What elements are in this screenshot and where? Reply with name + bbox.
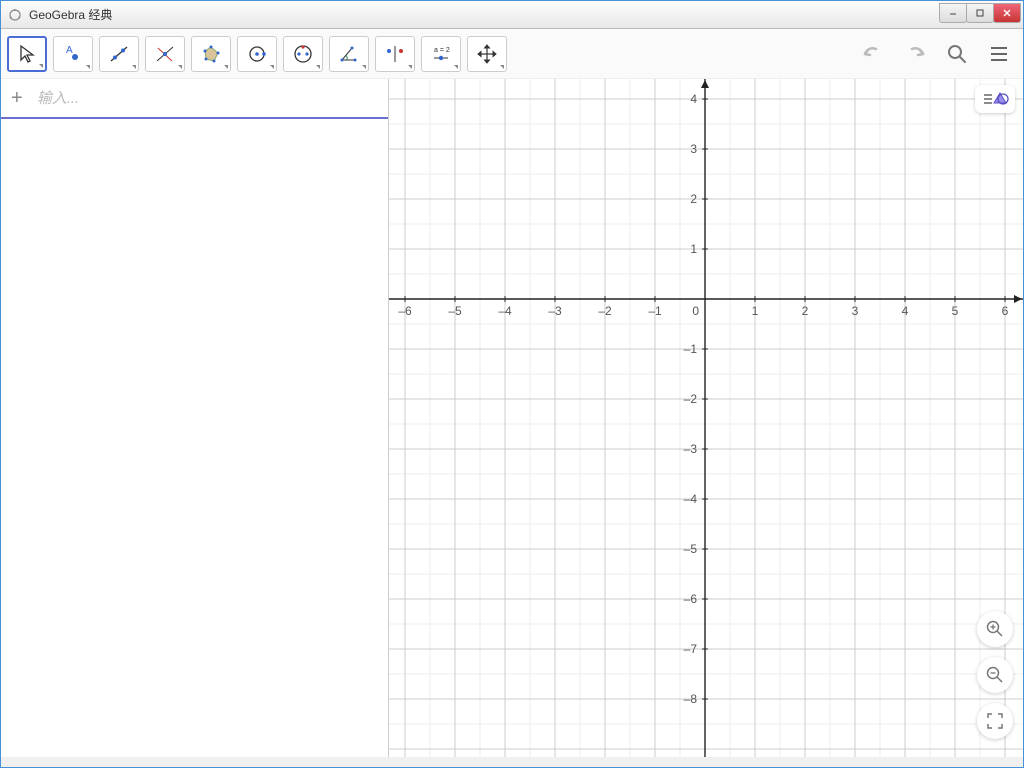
svg-text:2: 2: [802, 304, 809, 318]
svg-text:–8: –8: [684, 692, 698, 706]
svg-text:–6: –6: [398, 304, 412, 318]
svg-text:1: 1: [752, 304, 759, 318]
tool-line[interactable]: [99, 36, 139, 72]
algebra-input[interactable]: [37, 90, 378, 107]
tool-reflect[interactable]: [375, 36, 415, 72]
svg-text:0: 0: [692, 304, 699, 318]
svg-text:–2: –2: [598, 304, 612, 318]
svg-text:5: 5: [952, 304, 959, 318]
svg-text:–1: –1: [684, 342, 698, 356]
redo-button[interactable]: [897, 36, 933, 72]
close-button[interactable]: [993, 3, 1021, 23]
toolbar: Aa = 2: [1, 29, 1023, 79]
svg-text:–2: –2: [684, 392, 698, 406]
svg-text:3: 3: [690, 142, 697, 156]
svg-text:A: A: [66, 45, 73, 56]
menu-button[interactable]: [981, 36, 1017, 72]
algebra-panel: +: [1, 79, 389, 757]
app-icon: [7, 7, 23, 23]
maximize-button[interactable]: [966, 3, 994, 23]
svg-text:–4: –4: [498, 304, 512, 318]
style-bar-toggle[interactable]: [975, 85, 1015, 113]
svg-text:6: 6: [1002, 304, 1009, 318]
tool-polygon[interactable]: [191, 36, 231, 72]
search-button[interactable]: [939, 36, 975, 72]
svg-text:4: 4: [902, 304, 909, 318]
fullscreen-button[interactable]: [977, 703, 1013, 739]
svg-text:–4: –4: [684, 492, 698, 506]
tool-circle[interactable]: [237, 36, 277, 72]
window-title: GeoGebra 经典: [29, 6, 940, 23]
tool-slider[interactable]: a = 2: [421, 36, 461, 72]
svg-text:4: 4: [690, 92, 697, 106]
tool-point[interactable]: A: [53, 36, 93, 72]
svg-text:–1: –1: [648, 304, 662, 318]
undo-button[interactable]: [855, 36, 891, 72]
zoom-out-button[interactable]: [977, 657, 1013, 693]
add-icon[interactable]: +: [11, 87, 23, 110]
minimize-button[interactable]: [939, 3, 967, 23]
status-bar: [1, 757, 1023, 767]
svg-text:2: 2: [690, 192, 697, 206]
svg-text:–6: –6: [684, 592, 698, 606]
zoom-in-button[interactable]: [977, 611, 1013, 647]
svg-text:–5: –5: [448, 304, 462, 318]
tool-move-view[interactable]: [467, 36, 507, 72]
svg-text:–3: –3: [684, 442, 698, 456]
svg-text:3: 3: [852, 304, 859, 318]
input-row: +: [1, 79, 388, 119]
svg-text:1: 1: [690, 242, 697, 256]
title-bar: GeoGebra 经典: [1, 1, 1023, 29]
tool-perpendicular[interactable]: [145, 36, 185, 72]
tool-ellipse[interactable]: [283, 36, 323, 72]
svg-text:–3: –3: [548, 304, 562, 318]
graphics-view[interactable]: –6 –5 –4 –3 –2 –1 0 1 2 3 4 5 6 –8 –7 –6 –5 –4 –3 –2 –1 1 2 3 4: [389, 79, 1023, 757]
tool-move[interactable]: [7, 36, 47, 72]
svg-text:–7: –7: [684, 642, 698, 656]
svg-text:–5: –5: [684, 542, 698, 556]
tool-angle[interactable]: [329, 36, 369, 72]
svg-text:a = 2: a = 2: [434, 47, 450, 54]
